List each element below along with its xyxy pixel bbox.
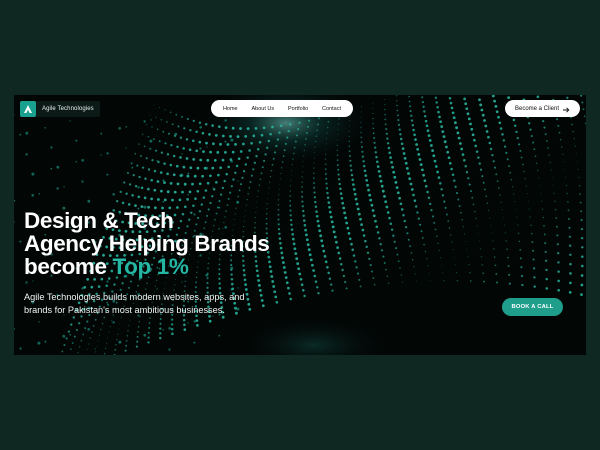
become-client-label: Become a Client [514, 105, 560, 112]
book-call-button[interactable]: BOOK A CALL [502, 298, 563, 316]
nav-contact[interactable]: Contact [322, 106, 341, 112]
nav-about-us[interactable]: About Us [251, 106, 274, 112]
headline-line-3-prefix: become [24, 254, 107, 279]
headline-line-1: Design & Tech [24, 208, 174, 233]
nav-portfolio[interactable]: Portfolio [288, 106, 308, 112]
hero-headline: Design & Tech Agency Helping Brands beco… [24, 209, 344, 278]
hero-subtext: Agile Technologies builds modern website… [24, 292, 245, 315]
brand[interactable]: Agile Technologies [20, 101, 100, 117]
logo-icon [20, 101, 36, 117]
headline-accent: Top 1% [112, 254, 189, 279]
become-client-button[interactable]: Become a Client [505, 100, 580, 117]
main-nav: Home About Us Portfolio Contact [211, 100, 353, 117]
nav-home[interactable]: Home [223, 106, 238, 112]
arrow-right-icon [563, 100, 570, 118]
headline-line-2: Agency Helping Brands [24, 231, 270, 256]
brand-name: Agile Technologies [42, 106, 94, 112]
hero-section: Agile Technologies Home About Us Portfol… [14, 95, 586, 355]
